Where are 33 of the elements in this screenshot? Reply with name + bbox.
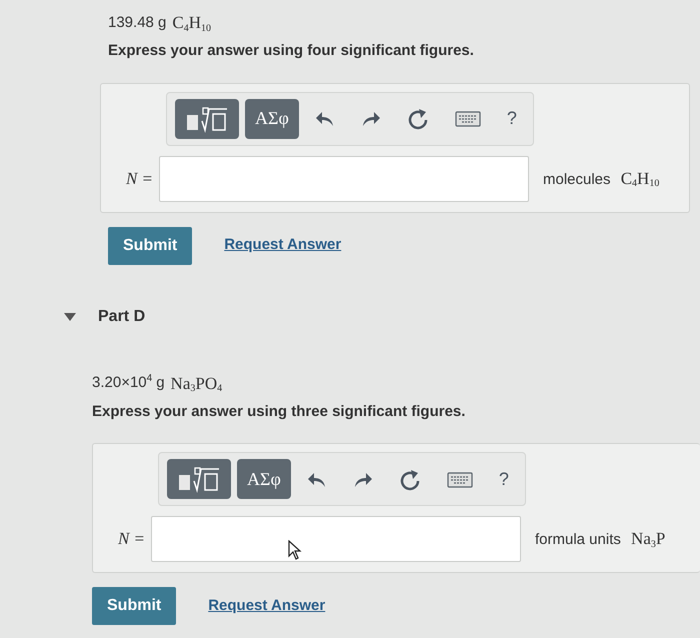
answer-field[interactable] xyxy=(159,156,529,202)
reset-icon xyxy=(406,108,429,130)
submit-button[interactable]: Submit xyxy=(108,226,192,264)
template-button[interactable] xyxy=(175,98,239,138)
instruction-text: Express your answer using four significant figures. xyxy=(108,41,475,61)
request-answer-link[interactable]: Request Answer xyxy=(224,234,342,257)
answer-label: N = xyxy=(124,168,154,190)
keyboard-icon xyxy=(446,472,473,488)
cursor-icon xyxy=(288,540,302,560)
symbols-button[interactable]: ΑΣφ xyxy=(245,98,299,138)
unit-label: molecules C$_{4}$H$_{10}$ xyxy=(543,168,660,192)
part-title: Part D xyxy=(98,306,146,326)
instruction-text: Express your answer using three significant figures. xyxy=(92,402,466,422)
help-button[interactable]: ? xyxy=(488,466,519,492)
answer-field[interactable] xyxy=(151,516,521,562)
symbols-button[interactable]: ΑΣφ xyxy=(237,459,291,499)
help-button[interactable]: ? xyxy=(496,105,527,132)
redo-icon xyxy=(352,470,373,489)
keyboard-icon xyxy=(454,111,481,128)
template-button[interactable] xyxy=(167,459,231,499)
undo-icon xyxy=(314,110,335,128)
redo-icon xyxy=(360,110,381,128)
unit-label: formula units Na$_{3}$P xyxy=(535,528,666,552)
submit-button[interactable]: Submit xyxy=(92,587,176,625)
reset-icon xyxy=(398,468,421,491)
template-icon xyxy=(177,465,221,494)
template-icon xyxy=(185,104,229,133)
question-prompt: 139.48 g C$_{4}$H$_{10}$ xyxy=(108,12,212,36)
caret-icon[interactable] xyxy=(64,312,76,322)
request-answer-link[interactable]: Request Answer xyxy=(208,594,326,618)
question-prompt: 3.20×10$^{4}$ g Na$_{3}$PO$_{4}$ xyxy=(92,372,224,396)
answer-label: N = xyxy=(116,528,146,550)
undo-icon xyxy=(306,470,327,489)
